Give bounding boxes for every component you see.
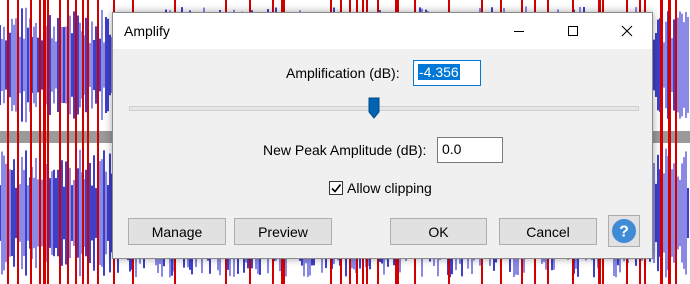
manage-button[interactable]: Manage	[128, 218, 226, 245]
allow-clipping-label: Allow clipping	[347, 180, 432, 196]
maximize-button[interactable]	[550, 13, 596, 49]
help-button[interactable]: ?	[608, 215, 640, 247]
checkmark-icon	[331, 184, 342, 193]
cancel-button[interactable]: Cancel	[499, 218, 597, 245]
allow-clipping-checkbox[interactable]	[329, 181, 343, 195]
amplify-dialog: Amplify Amplification (dB): -4.356 New P…	[112, 12, 653, 259]
close-icon	[621, 25, 633, 37]
preview-button[interactable]: Preview	[234, 218, 332, 245]
amplification-slider-track[interactable]	[129, 106, 639, 111]
new-peak-label: New Peak Amplitude (dB):	[263, 142, 427, 158]
dialog-title: Amplify	[124, 23, 170, 39]
amplification-slider-thumb[interactable]	[368, 97, 380, 119]
amplification-value: -4.356	[418, 64, 460, 80]
allow-clipping-option[interactable]: Allow clipping	[329, 179, 432, 197]
help-icon: ?	[612, 219, 636, 243]
amplification-label: Amplification (dB):	[286, 65, 400, 81]
title-bar: Amplify	[113, 13, 652, 49]
maximize-icon	[568, 26, 578, 36]
minimize-button[interactable]	[496, 13, 542, 49]
new-peak-input[interactable]: 0.0	[437, 137, 503, 163]
ok-button[interactable]: OK	[390, 218, 487, 245]
minimize-icon	[514, 31, 524, 32]
close-button[interactable]	[604, 13, 650, 49]
svg-text:?: ?	[619, 224, 629, 241]
amplification-input[interactable]: -4.356	[413, 60, 481, 86]
